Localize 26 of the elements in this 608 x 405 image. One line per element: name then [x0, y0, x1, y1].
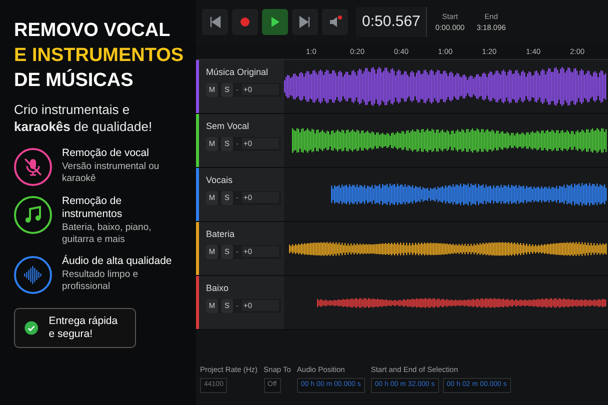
time-display: 0:50.567 — [356, 7, 428, 37]
record-icon — [238, 15, 252, 29]
badge-text: Entrega rápida e segura! — [48, 315, 119, 341]
track-name: Vocais — [206, 174, 234, 187]
track-name: Música Original — [206, 66, 270, 79]
subtitle: Crio instrumentais e karaokês de qualidade! — [14, 101, 154, 135]
speaker-icon — [328, 15, 342, 29]
feature-title: Áudio de alta qualidade — [62, 255, 173, 268]
skip-forward-icon — [298, 15, 312, 29]
volume-button[interactable] — [322, 9, 348, 35]
track-name: Sem Vocal — [206, 120, 250, 133]
play-button[interactable] — [262, 9, 288, 35]
headline-line: REMOVO VOCAL — [14, 19, 172, 43]
headline-line: DE MÚSICAS — [14, 68, 134, 93]
feature-description: Bateria, baixo, piano, guitarra e mais — [62, 222, 152, 246]
feature-description: Resultado limpo e profissional — [62, 269, 140, 293]
track-name: Baixo — [206, 282, 230, 295]
track-name: Bateria — [206, 228, 236, 241]
skip-forward-button[interactable] — [292, 9, 318, 35]
feature-description: Versão instrumental ou karaokê — [62, 161, 160, 185]
headline-line: E INSTRUMENTOS — [14, 44, 182, 68]
feature-title: Remoção de vocal — [62, 147, 150, 160]
record-button[interactable] — [232, 9, 258, 35]
skip-back-button[interactable] — [202, 9, 228, 35]
feature-title: Remoção de instrumentos — [62, 195, 124, 221]
skip-back-icon — [208, 15, 222, 29]
